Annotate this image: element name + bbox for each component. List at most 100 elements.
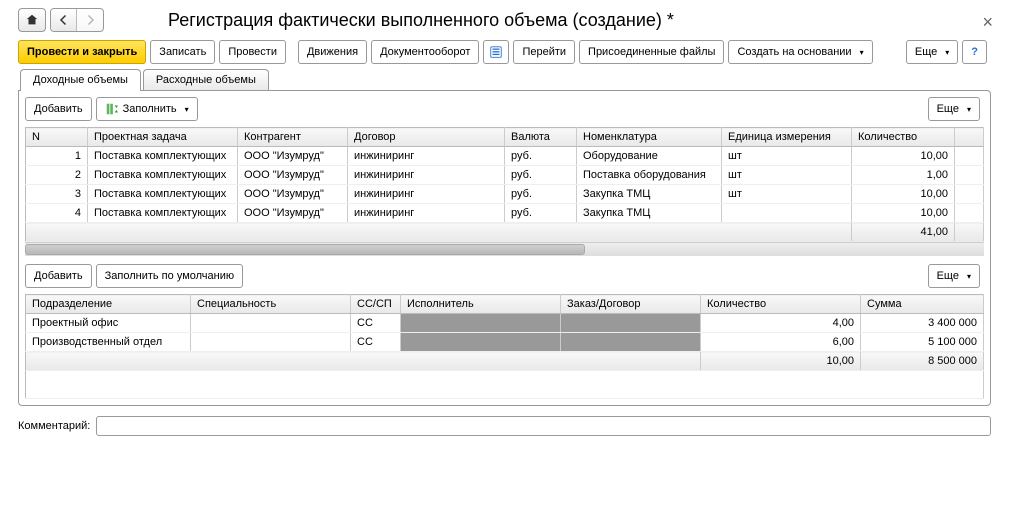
col-unit[interactable]: Единица измерения <box>722 128 852 147</box>
cell-currency: руб. <box>505 204 577 223</box>
page-title: Регистрация фактически выполненного объе… <box>168 10 674 31</box>
col-nomen[interactable]: Номенклатура <box>577 128 722 147</box>
movements-button[interactable]: Движения <box>298 40 367 64</box>
table1-more-button[interactable]: Еще <box>928 97 980 121</box>
cell-currency: руб. <box>505 166 577 185</box>
col-qty[interactable]: Количество <box>852 128 955 147</box>
cell-dept: Проектный офис <box>26 314 191 333</box>
go-button[interactable]: Перейти <box>513 40 575 64</box>
write-button[interactable]: Записать <box>150 40 215 64</box>
table2-total-qty: 10,00 <box>701 352 861 371</box>
cell-sum: 3 400 000 <box>861 314 984 333</box>
cell-currency: руб. <box>505 185 577 204</box>
cell-nomen: Закупка ТМЦ <box>577 204 722 223</box>
cell-n: 2 <box>26 166 88 185</box>
cell-task: Поставка комплектующих <box>88 204 238 223</box>
cell-sssp: СС <box>351 333 401 352</box>
arrow-right-icon <box>84 14 96 26</box>
comment-input[interactable] <box>96 416 991 436</box>
col-dept[interactable]: Подразделение <box>26 295 191 314</box>
back-button[interactable] <box>51 9 77 31</box>
cell-task: Поставка комплектующих <box>88 166 238 185</box>
col-task[interactable]: Проектная задача <box>88 128 238 147</box>
table-row[interactable]: 3Поставка комплектующихООО "Изумруд"инжи… <box>26 185 984 204</box>
table-row[interactable]: Проектный офис СС 4,003 400 000 <box>26 314 984 333</box>
tab-expense[interactable]: Расходные объемы <box>143 69 269 91</box>
col-contractor[interactable]: Контрагент <box>238 128 348 147</box>
cell-qty: 10,00 <box>852 204 955 223</box>
help-button[interactable]: ? <box>962 40 987 64</box>
cell-qty: 10,00 <box>852 185 955 204</box>
arrow-left-icon <box>58 14 70 26</box>
cell-contract: инжиниринг <box>348 185 505 204</box>
cell-unit: шт <box>722 185 852 204</box>
table-row[interactable]: Производственный отдел СС 6,005 100 000 <box>26 333 984 352</box>
table1-fill-button[interactable]: Заполнить <box>96 97 198 121</box>
cell-unit: шт <box>722 166 852 185</box>
table-income[interactable]: N Проектная задача Контрагент Договор Ва… <box>25 127 984 242</box>
cell-dept: Производственный отдел <box>26 333 191 352</box>
attached-files-button[interactable]: Присоединенные файлы <box>579 40 724 64</box>
cell-contract: инжиниринг <box>348 147 505 166</box>
table2-more-button[interactable]: Еще <box>928 264 980 288</box>
col-qty2[interactable]: Количество <box>701 295 861 314</box>
forward-button[interactable] <box>77 9 103 31</box>
col-currency[interactable]: Валюта <box>505 128 577 147</box>
cell-contractor: ООО "Изумруд" <box>238 204 348 223</box>
cell-contractor: ООО "Изумруд" <box>238 147 348 166</box>
table1-total-qty: 41,00 <box>852 223 955 242</box>
tab-income[interactable]: Доходные объемы <box>20 69 141 91</box>
scroll-thumb[interactable] <box>25 244 585 255</box>
cell-exec <box>401 314 561 333</box>
cell-n: 1 <box>26 147 88 166</box>
cell-sum: 5 100 000 <box>861 333 984 352</box>
table-row[interactable]: 4Поставка комплектующихООО "Изумруд"инжи… <box>26 204 984 223</box>
table1-add-button[interactable]: Добавить <box>25 97 92 121</box>
cell-currency: руб. <box>505 147 577 166</box>
cell-contract: инжиниринг <box>348 166 505 185</box>
col-spacer <box>955 128 984 147</box>
cell-n: 4 <box>26 204 88 223</box>
close-button[interactable]: × <box>982 12 993 33</box>
home-icon <box>25 13 39 27</box>
cell-contractor: ООО "Изумруд" <box>238 185 348 204</box>
table1-fill-label: Заполнить <box>123 103 177 115</box>
post-and-close-button[interactable]: Провести и закрыть <box>18 40 146 64</box>
cell-nomen: Закупка ТМЦ <box>577 185 722 204</box>
col-exec[interactable]: Исполнитель <box>401 295 561 314</box>
col-order[interactable]: Заказ/Договор <box>561 295 701 314</box>
cell-task: Поставка комплектующих <box>88 185 238 204</box>
table-row[interactable]: 1Поставка комплектующихООО "Изумруд"инжи… <box>26 147 984 166</box>
col-contract[interactable]: Договор <box>348 128 505 147</box>
docflow-button[interactable]: Документооборот <box>371 40 479 64</box>
report-button[interactable] <box>483 40 509 64</box>
more-button[interactable]: Еще <box>906 40 958 64</box>
cell-spec <box>191 333 351 352</box>
cell-qty: 6,00 <box>701 333 861 352</box>
cell-qty: 10,00 <box>852 147 955 166</box>
table2-add-button[interactable]: Добавить <box>25 264 92 288</box>
cell-n: 3 <box>26 185 88 204</box>
cell-unit: шт <box>722 147 852 166</box>
col-sum[interactable]: Сумма <box>861 295 984 314</box>
col-n[interactable]: N <box>26 128 88 147</box>
cell-order <box>561 333 701 352</box>
table2-total-sum: 8 500 000 <box>861 352 984 371</box>
create-based-on-button[interactable]: Создать на основании <box>728 40 872 64</box>
home-button[interactable] <box>18 8 46 32</box>
cell-qty: 4,00 <box>701 314 861 333</box>
horizontal-scrollbar[interactable] <box>25 242 984 256</box>
cell-contractor: ООО "Изумруд" <box>238 166 348 185</box>
table-row[interactable]: 2Поставка комплектующихООО "Изумруд"инжи… <box>26 166 984 185</box>
table-allocation[interactable]: Подразделение Специальность СС/СП Исполн… <box>25 294 984 399</box>
col-sssp[interactable]: СС/СП <box>351 295 401 314</box>
cell-contract: инжиниринг <box>348 204 505 223</box>
cell-task: Поставка комплектующих <box>88 147 238 166</box>
col-spec[interactable]: Специальность <box>191 295 351 314</box>
cell-nomen: Оборудование <box>577 147 722 166</box>
cell-sssp: СС <box>351 314 401 333</box>
cell-order <box>561 314 701 333</box>
cell-qty: 1,00 <box>852 166 955 185</box>
table2-fill-default-button[interactable]: Заполнить по умолчанию <box>96 264 244 288</box>
post-button[interactable]: Провести <box>219 40 286 64</box>
